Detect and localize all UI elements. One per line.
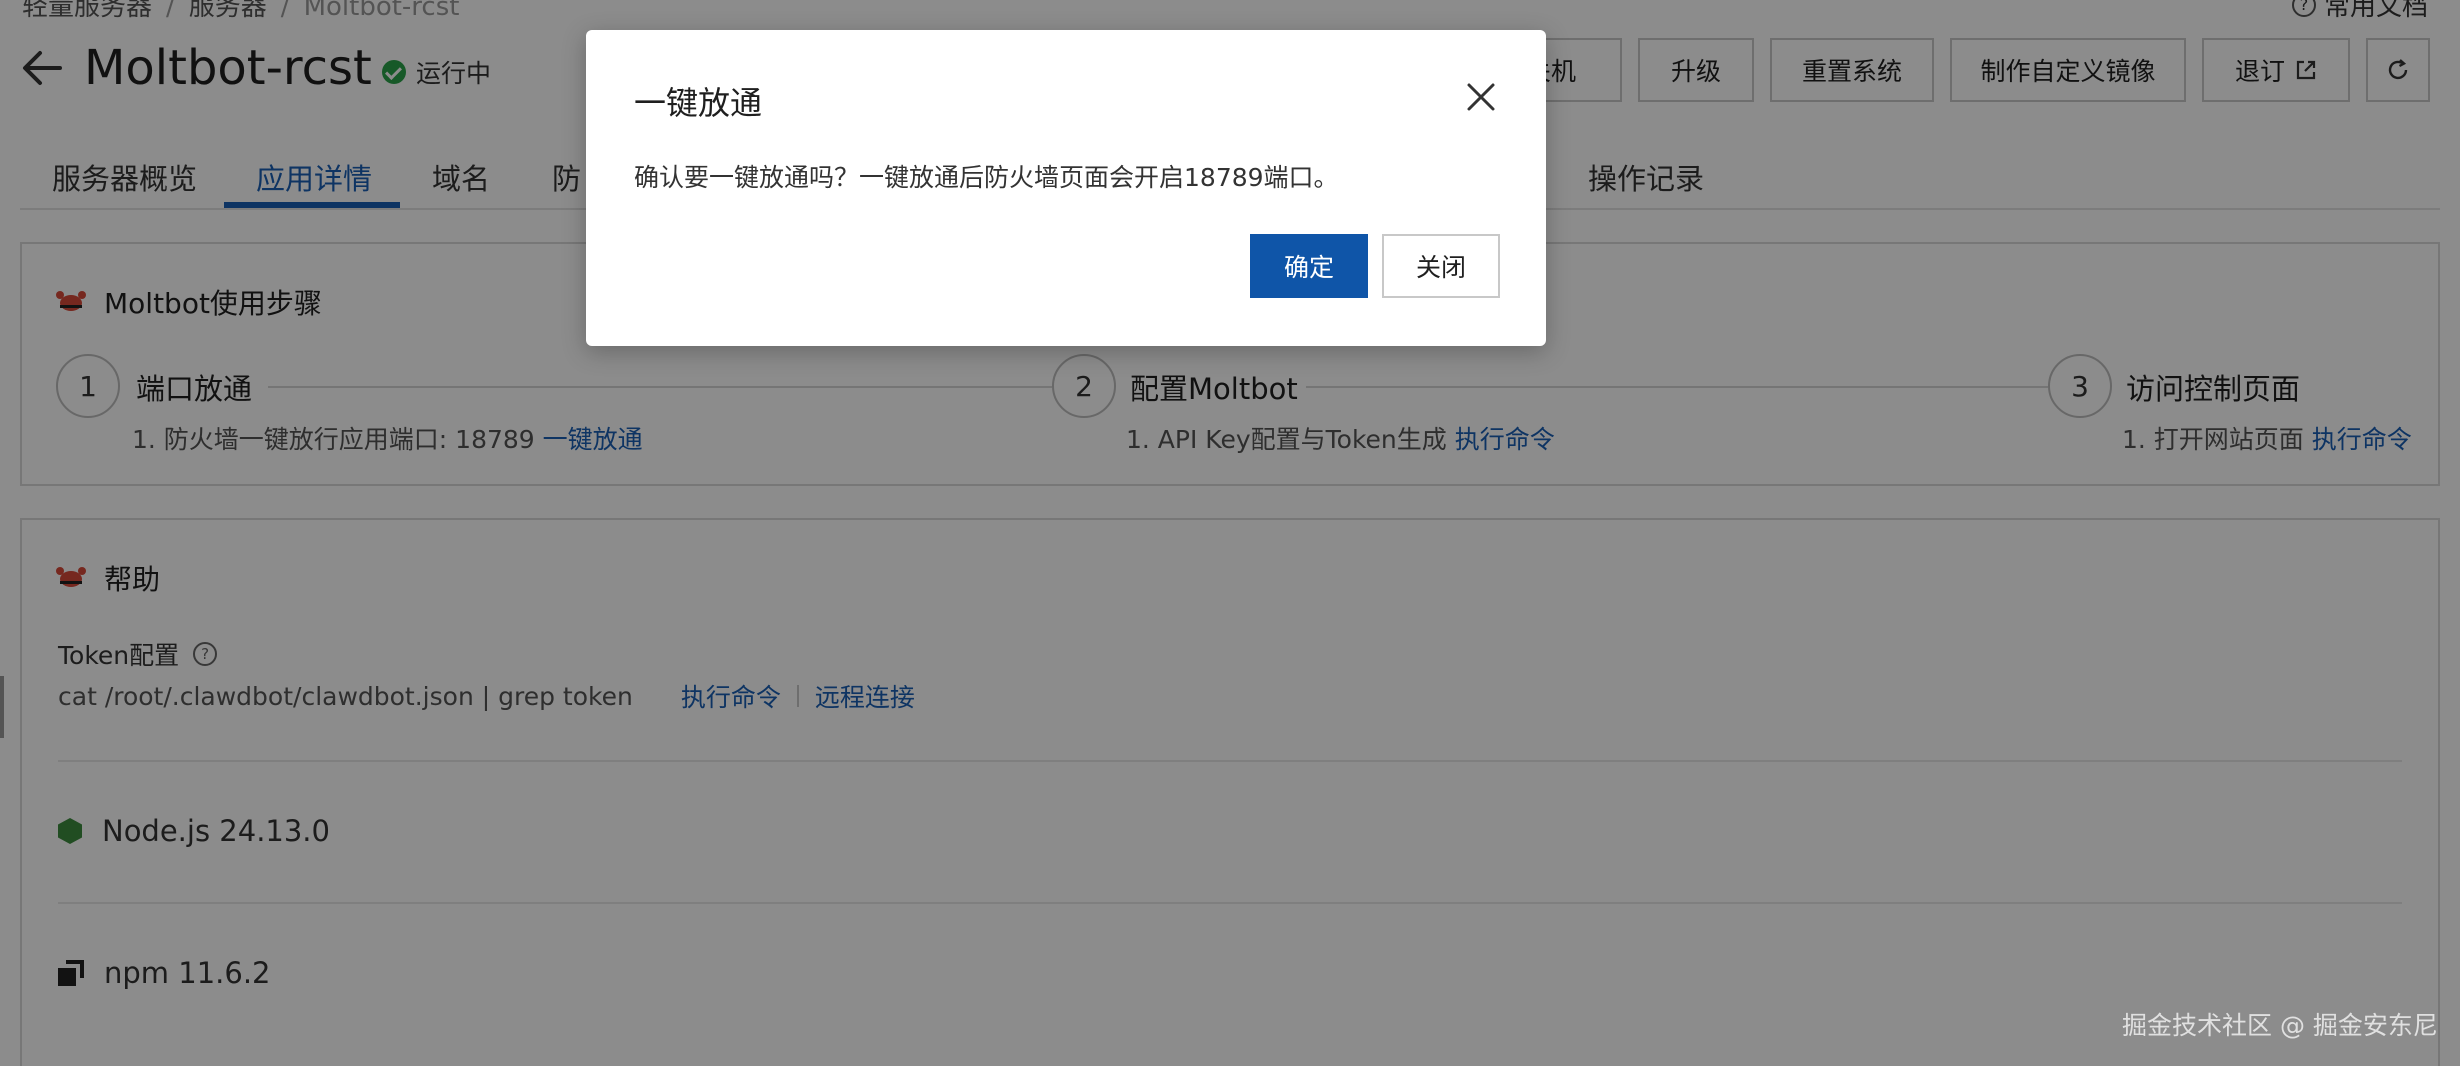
watermark-text: 掘金技术社区 @ 掘金安东尼: [2122, 1011, 2438, 1040]
dialog-message: 确认要一键放通吗？一键放通后防火墙页面会开启18789端口。: [634, 163, 1339, 192]
close-icon[interactable]: [1466, 82, 1496, 112]
close-button[interactable]: 关闭: [1382, 234, 1500, 298]
confirm-dialog: 一键放通 确认要一键放通吗？一键放通后防火墙页面会开启18789端口。 确定 关…: [586, 30, 1546, 346]
dialog-title: 一键放通: [634, 84, 763, 122]
confirm-button[interactable]: 确定: [1250, 234, 1368, 298]
